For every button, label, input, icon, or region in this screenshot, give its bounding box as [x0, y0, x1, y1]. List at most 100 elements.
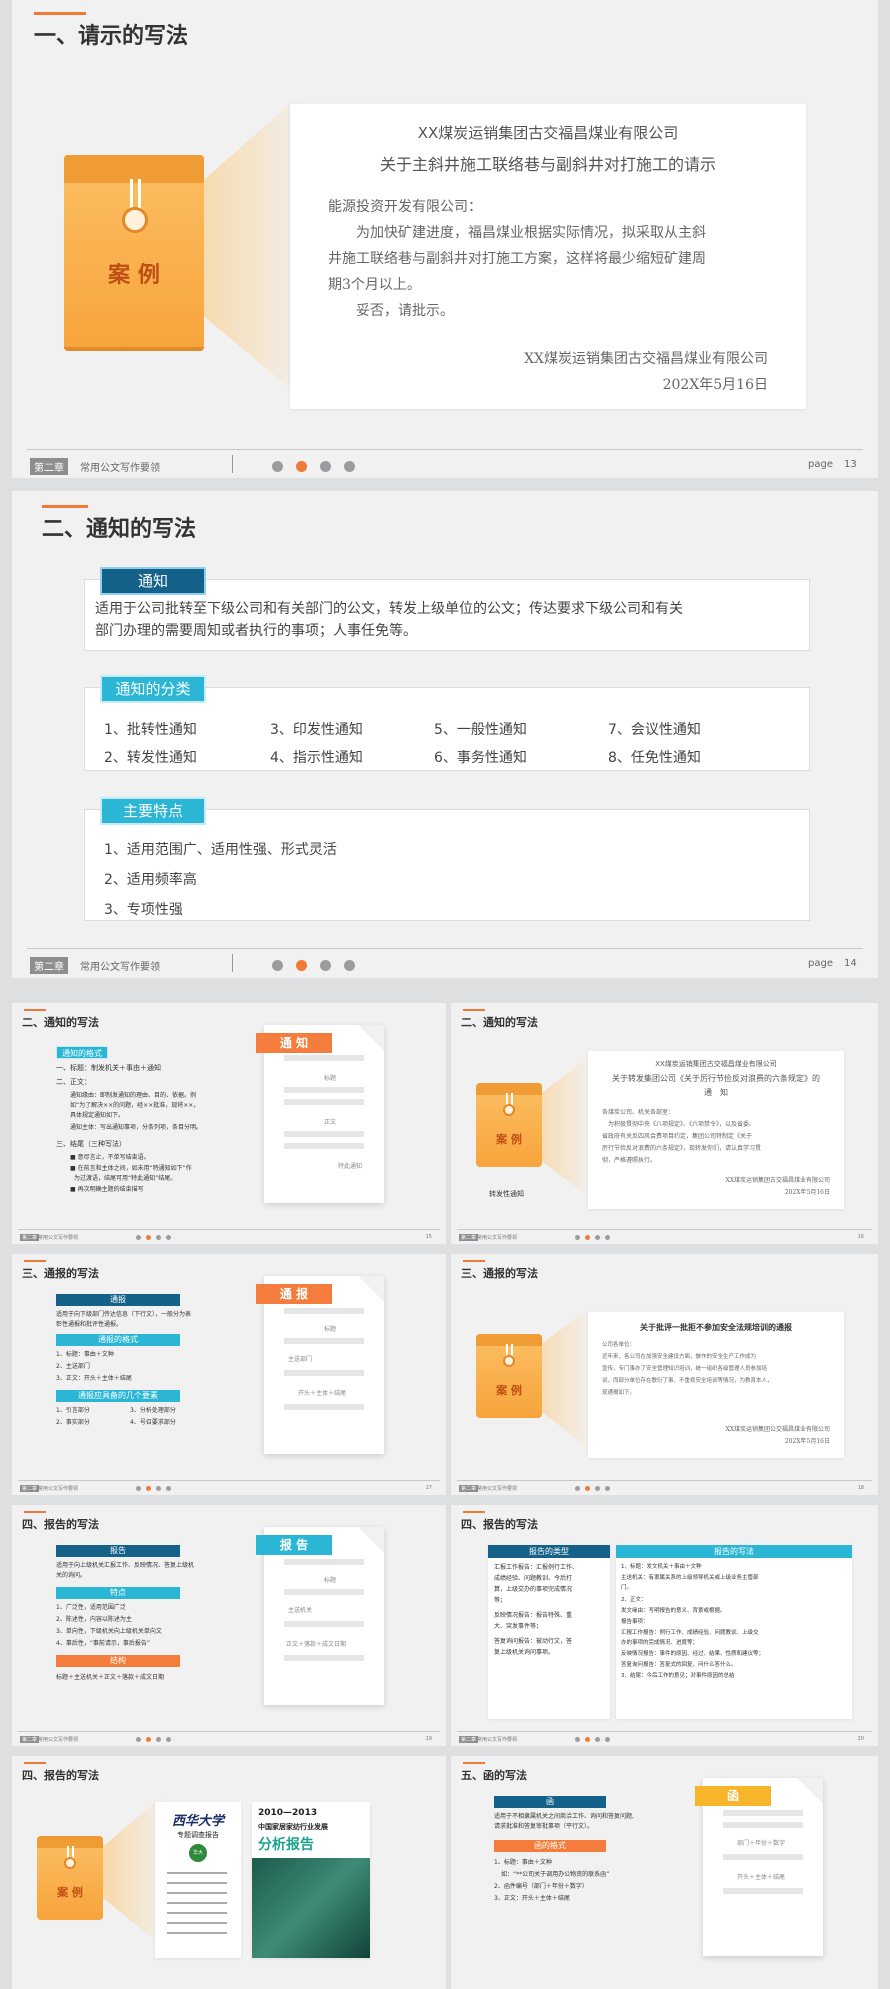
- feature-item: 4、事后性，“事前请示，事后报告”: [56, 1640, 151, 1647]
- doc-recipient: 能源投资开发有限公司：: [328, 199, 482, 215]
- tag-letter: 函: [494, 1796, 606, 1808]
- chapter-badge: 第二章: [20, 1234, 40, 1241]
- slide-14: 二、通知的写法 适用于公司批转至下级公司和有关部门的公文，转发上级单位的公文；传…: [12, 491, 878, 978]
- doc-subject: 关于转发集团公司《关于厉行节俭反对浪费的六条规定》的: [612, 1074, 820, 1083]
- doc-subject: 关于批评一批拒不参加安全法规培训的通报: [640, 1323, 792, 1332]
- writing-line: 主送机关：有隶属关系的上级领导机关或上级业务主管部: [621, 1575, 759, 1581]
- type-line: 汇报工作报告：汇报例行工作、: [494, 1564, 579, 1571]
- envelope-icon: 案 例: [476, 1334, 542, 1418]
- footer-section: 常用公文写作要领: [477, 1486, 518, 1492]
- doc-label: 标题: [324, 1577, 337, 1584]
- type-item: 6、事务性通知: [434, 750, 527, 766]
- page-number: 20: [857, 1736, 864, 1742]
- tag-report-writing: 报告的写法: [616, 1545, 852, 1558]
- type-line: 复上级机关询问事项。: [494, 1649, 555, 1656]
- doc-date: 202X年5月16日: [784, 1189, 830, 1196]
- doc-body: 宣传，专门事办了安全管理知识培训，统一组织各级管理人员参加培: [602, 1366, 768, 1372]
- doc-para: 期3个月以上。: [328, 277, 421, 293]
- format-line: 1、标题：事由＋文种: [494, 1859, 552, 1866]
- tag-structure: 结构: [56, 1655, 180, 1667]
- cover-line: 中国家居家纺行业发展: [258, 1823, 328, 1831]
- page-dot[interactable]: [272, 461, 283, 472]
- tag-bulletin: 通报: [56, 1294, 180, 1306]
- doc-org: XX煤炭运销集团古交福昌煤业有限公司: [655, 1060, 777, 1068]
- notice-document: XX煤炭运销集团古交福昌煤业有限公司 关于转发集团公司《关于厉行节俭反对浪费的六…: [588, 1051, 844, 1209]
- slide-15[interactable]: 二、通知的写法 通知的格式 一、标题：制发机关＋事由＋通知 二、正文： 通知缘由…: [12, 1003, 446, 1244]
- tag-report: 报告: [56, 1545, 180, 1557]
- slide-title: 二、通知的写法: [461, 1016, 538, 1029]
- ribbon-label: 报 告: [256, 1535, 332, 1555]
- chapter-badge: 第二章: [20, 1736, 40, 1743]
- feature-item: 2、陈述性，内容以陈述为主: [56, 1616, 132, 1623]
- feature-item: 1、广泛性，适用范围广泛: [56, 1604, 126, 1611]
- definition-text: 关的询问。: [56, 1572, 87, 1579]
- feature-item: 2、适用频率高: [104, 872, 197, 888]
- slide-title: 二、通知的写法: [42, 517, 197, 542]
- doc-org: XX煤炭运销集团古交福昌煤业有限公司: [417, 124, 679, 142]
- page-label: page: [808, 459, 833, 470]
- format-line: ■ 意尽言止，不单写结束语。: [70, 1154, 150, 1161]
- type-line: 反映情况报告：报告特殊、重: [494, 1612, 573, 1619]
- footer-section: 常用公文写作要领: [477, 1235, 518, 1241]
- bulletin-document: 关于批评一批拒不参加安全法规培训的通报 公司各单位： 近年来，各公司在加强安全建…: [588, 1312, 844, 1458]
- page-number: 13: [844, 459, 857, 470]
- case-label: 案 例: [496, 1384, 522, 1397]
- footer-section: 常用公文写作要领: [38, 1737, 79, 1743]
- page-dot[interactable]: [344, 461, 355, 472]
- doc-closing: 妥否，请批示。: [356, 303, 454, 319]
- slide-18[interactable]: 三、通报的写法 案 例 关于批评一批拒不参加安全法规培训的通报 公司各单位： 近…: [451, 1254, 878, 1495]
- doc-subject: 关于主斜井施工联络巷与副斜井对打施工的请示: [379, 155, 716, 174]
- element-item: 3、分析处理部分: [130, 1407, 176, 1414]
- doc-body: 厉行节俭反对浪费的六条规定》，现转发你们，请认真学习贯: [602, 1145, 762, 1152]
- footer-section: 常用公文写作要领: [80, 962, 160, 973]
- page-number: 16: [857, 1234, 864, 1240]
- page-dot-active[interactable]: [296, 960, 307, 971]
- type-item: 1、批转性通知: [104, 722, 197, 738]
- footer-divider: [27, 948, 863, 949]
- writing-line: 门。: [621, 1585, 633, 1591]
- slide-19[interactable]: 四、报告的写法 报告 适用于向上级机关汇报工作、反映情况、答复上级机 关的询问。…: [12, 1505, 446, 1746]
- slide-20[interactable]: 四、报告的写法 报告的类型 汇报工作报告：汇报例行工作、 成绩经验、问题教训、今…: [451, 1505, 878, 1746]
- type-line: 算，上级交办的事项完成情况: [494, 1586, 573, 1593]
- format-line: 三、结尾（三种写法）: [56, 1140, 126, 1148]
- envelope-icon: 案 例: [37, 1836, 103, 1920]
- doc-body: 公司各单位：: [602, 1342, 636, 1348]
- page-number: 15: [425, 1234, 432, 1240]
- format-line: 2、函件编号（部门＋年份＋数字）: [494, 1883, 588, 1890]
- page-dot[interactable]: [344, 960, 355, 971]
- caption: 转发性通知: [489, 1190, 524, 1198]
- slide-21[interactable]: 四、报告的写法 案 例 西华大学 专题调查报告 华大 2010—2013 中国家…: [12, 1756, 446, 1989]
- format-line: ■ 在前言和主体之间，如未用“特通知如下”作: [70, 1165, 192, 1172]
- slide-17[interactable]: 三、通报的写法 通报 适用于向下级部门传达信息（下行文），一般分为表 彰性通报和…: [12, 1254, 446, 1495]
- slide-22[interactable]: 五、函的写法 函 适用于不相隶属机关之间商洽工作、询问和答复问题, 请求批准和答…: [451, 1756, 878, 1989]
- writing-line: 汇报工作报告：例行工作、成绩经验、问题教训、上级交: [621, 1630, 759, 1636]
- report-cover-industry: 2010—2013 中国家居家纺行业发展 分析报告: [252, 1802, 370, 1958]
- format-line: 具体规定通知如下。: [70, 1112, 125, 1119]
- page-dot[interactable]: [320, 461, 331, 472]
- format-line: 如：“**公司关于调用办公物资的联系函”: [501, 1871, 610, 1878]
- title-accent: [34, 12, 86, 15]
- tag-features: 特点: [56, 1587, 180, 1599]
- page-dot-active[interactable]: [296, 461, 307, 472]
- slide-16[interactable]: 二、通知的写法 案 例 转发性通知 XX煤炭运销集团古交福昌煤业有限公司 关于转…: [451, 1003, 878, 1244]
- doc-label: 开头＋主体＋结尾: [298, 1390, 347, 1397]
- case-label: 案 例: [496, 1133, 522, 1146]
- element-item: 4、号召要求部分: [130, 1419, 176, 1426]
- page-number: 18: [857, 1485, 864, 1491]
- type-line: 大、突发事件等；: [494, 1623, 543, 1630]
- page-dot[interactable]: [272, 960, 283, 971]
- format-line: 二、正文：: [56, 1078, 91, 1086]
- chapter-badge: 第二章: [459, 1234, 479, 1241]
- format-line: 一、标题：制发机关＋事由＋通知: [56, 1064, 161, 1072]
- chapter-badge: 第二章: [30, 458, 68, 475]
- ribbon-label: 通 知: [256, 1033, 332, 1053]
- doc-body: 为积极贯彻中央《八项规定》、《六项禁令》，以及省委、: [608, 1121, 756, 1128]
- tag-format: 函的格式: [494, 1840, 606, 1852]
- tag-format: 通知的格式: [56, 1046, 108, 1059]
- format-line: 3、正文：开头＋主体＋结尾: [56, 1375, 132, 1382]
- cover-photo: [252, 1858, 370, 1958]
- doc-para: 为加快矿建进度，福昌煤业根据实际情况，拟采取从主斜: [356, 225, 706, 241]
- page-dot[interactable]: [320, 960, 331, 971]
- doc-body: 彻，严格遵照执行。: [602, 1157, 657, 1164]
- writing-line: 3、结尾：今后工作的意见；对事件原因的总结: [621, 1673, 735, 1679]
